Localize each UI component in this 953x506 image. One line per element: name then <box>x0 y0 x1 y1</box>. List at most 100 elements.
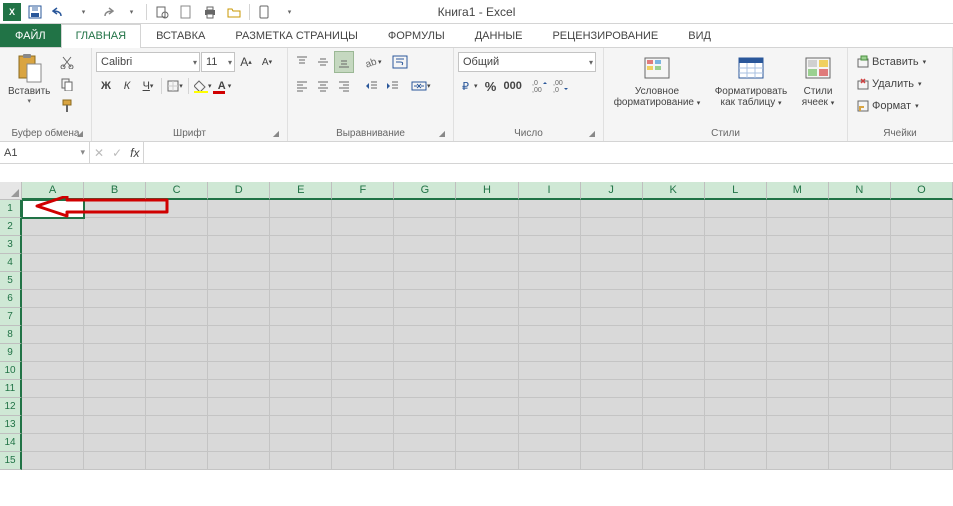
column-header[interactable]: E <box>270 182 332 200</box>
alignment-launcher-icon[interactable]: ◢ <box>435 126 449 140</box>
cell[interactable] <box>22 434 84 452</box>
cell[interactable] <box>208 236 270 254</box>
cell[interactable] <box>22 326 84 344</box>
cell[interactable] <box>456 254 518 272</box>
cell[interactable] <box>891 308 953 326</box>
align-center-icon[interactable] <box>313 75 333 97</box>
cell[interactable] <box>146 434 208 452</box>
cell[interactable] <box>891 326 953 344</box>
cell[interactable] <box>22 344 84 362</box>
cell[interactable] <box>270 200 332 218</box>
decrease-decimal-icon[interactable]: ,00,0 <box>551 75 571 97</box>
new-file-icon[interactable] <box>175 2 197 22</box>
cell[interactable] <box>643 326 705 344</box>
redo-dropdown[interactable]: ▾ <box>120 2 142 22</box>
cell[interactable] <box>208 452 270 470</box>
paste-button[interactable]: Вставить ▾ <box>4 51 54 107</box>
cell[interactable] <box>146 326 208 344</box>
cell[interactable] <box>394 308 456 326</box>
bold-button[interactable]: Ж <box>96 75 116 97</box>
cell[interactable] <box>84 416 146 434</box>
cell[interactable] <box>767 254 829 272</box>
cell[interactable] <box>332 308 394 326</box>
cell[interactable] <box>829 254 891 272</box>
cell[interactable] <box>332 344 394 362</box>
cell[interactable] <box>829 200 891 218</box>
cell[interactable] <box>643 272 705 290</box>
row-header[interactable]: 10 <box>0 362 22 380</box>
cell[interactable] <box>270 344 332 362</box>
cell[interactable] <box>891 272 953 290</box>
cell[interactable] <box>705 218 767 236</box>
row-header[interactable]: 7 <box>0 308 22 326</box>
cell[interactable] <box>519 344 581 362</box>
cell[interactable] <box>581 218 643 236</box>
orientation-icon[interactable]: ab▾ <box>362 51 384 73</box>
cell[interactable] <box>705 362 767 380</box>
cell[interactable] <box>270 218 332 236</box>
cell[interactable] <box>456 434 518 452</box>
quick-print-icon[interactable] <box>199 2 221 22</box>
format-cells-button[interactable]: Формат▾ <box>852 95 923 117</box>
cell[interactable] <box>270 290 332 308</box>
column-header[interactable]: C <box>146 182 208 200</box>
cell[interactable] <box>581 254 643 272</box>
cell[interactable] <box>332 326 394 344</box>
cell[interactable] <box>519 272 581 290</box>
cell[interactable] <box>643 416 705 434</box>
row-header[interactable]: 12 <box>0 398 22 416</box>
row-header[interactable]: 8 <box>0 326 22 344</box>
cell[interactable] <box>394 452 456 470</box>
font-size-combo[interactable]: 11 <box>201 52 235 72</box>
cell[interactable] <box>84 434 146 452</box>
cell[interactable] <box>332 452 394 470</box>
number-format-combo[interactable]: Общий <box>458 52 596 72</box>
redo-icon[interactable] <box>96 2 118 22</box>
cell[interactable] <box>146 200 208 218</box>
cell[interactable] <box>146 308 208 326</box>
cell[interactable] <box>767 290 829 308</box>
borders-icon[interactable]: ▾ <box>165 75 185 97</box>
tab-insert[interactable]: ВСТАВКА <box>141 24 220 47</box>
cell[interactable] <box>456 416 518 434</box>
cell[interactable] <box>456 344 518 362</box>
cell[interactable] <box>767 236 829 254</box>
decrease-font-icon[interactable]: A▾ <box>257 51 277 73</box>
wrap-text-icon[interactable] <box>390 51 410 73</box>
cell[interactable] <box>519 416 581 434</box>
print-preview-icon[interactable] <box>151 2 173 22</box>
cell[interactable] <box>643 434 705 452</box>
cell[interactable] <box>270 380 332 398</box>
underline-button[interactable]: Ч▾ <box>138 75 158 97</box>
cell[interactable] <box>208 200 270 218</box>
conditional-formatting-button[interactable]: Условное форматирование ▾ <box>608 51 706 111</box>
cell[interactable] <box>767 344 829 362</box>
cell[interactable] <box>643 236 705 254</box>
cell[interactable] <box>394 236 456 254</box>
row-header[interactable]: 3 <box>0 236 22 254</box>
cell[interactable] <box>208 272 270 290</box>
cell[interactable] <box>829 236 891 254</box>
undo-icon[interactable] <box>48 2 70 22</box>
cell[interactable] <box>208 362 270 380</box>
cell[interactable] <box>767 362 829 380</box>
cell[interactable] <box>519 236 581 254</box>
cell[interactable] <box>394 416 456 434</box>
cell[interactable] <box>829 434 891 452</box>
cell[interactable] <box>332 290 394 308</box>
column-header[interactable]: B <box>84 182 146 200</box>
cell[interactable] <box>456 290 518 308</box>
cell[interactable] <box>332 362 394 380</box>
cell[interactable] <box>456 308 518 326</box>
format-as-table-button[interactable]: Форматировать как таблицу ▾ <box>708 51 794 111</box>
column-header[interactable]: H <box>456 182 518 200</box>
cell[interactable] <box>146 452 208 470</box>
cell[interactable] <box>146 272 208 290</box>
cell[interactable] <box>456 380 518 398</box>
cell[interactable] <box>456 362 518 380</box>
cell[interactable] <box>208 398 270 416</box>
cell[interactable] <box>146 362 208 380</box>
cell[interactable] <box>84 200 146 218</box>
column-header[interactable]: I <box>519 182 581 200</box>
cell[interactable] <box>84 218 146 236</box>
